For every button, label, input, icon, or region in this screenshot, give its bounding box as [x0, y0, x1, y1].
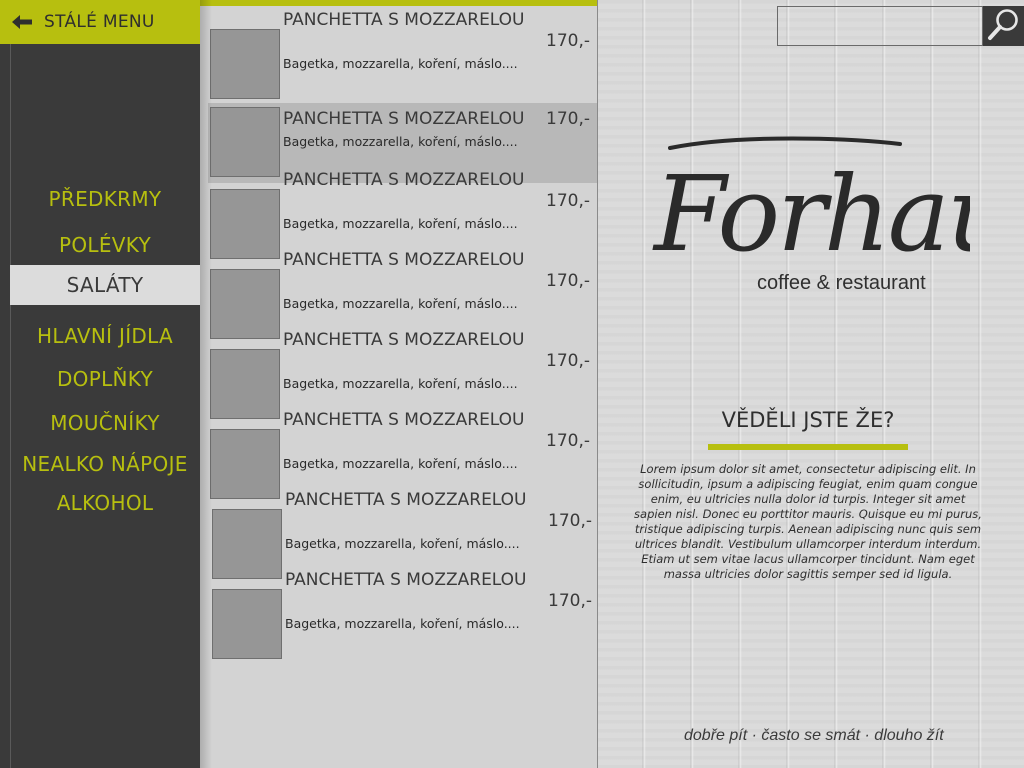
back-to-menu-button[interactable]: STÁLÉ MENU: [0, 0, 200, 44]
product-description: Bagetka, mozzarella, koření, máslo....: [283, 456, 518, 471]
product-row[interactable]: PANCHETTA S MOZZARELOU Bagetka, mozzarell…: [208, 570, 598, 665]
logo-wordmark: Forhaus: [652, 153, 970, 270]
nav-item-1[interactable]: POLÉVKY: [10, 233, 200, 257]
product-thumbnail: [210, 429, 280, 499]
product-name: PANCHETTA S MOZZARELOU: [283, 410, 525, 430]
product-name: PANCHETTA S MOZZARELOU: [285, 490, 527, 510]
product-description: Bagetka, mozzarella, koření, máslo....: [283, 134, 518, 149]
product-name: PANCHETTA S MOZZARELOU: [283, 10, 525, 30]
product-name: PANCHETTA S MOZZARELOU: [283, 170, 525, 190]
product-name: PANCHETTA S MOZZARELOU: [283, 250, 525, 270]
search-button[interactable]: [983, 6, 1024, 46]
info-panel: [598, 0, 1024, 768]
sidebar-divider: [10, 44, 11, 768]
product-price: 170,-: [546, 431, 590, 451]
product-description: Bagetka, mozzarella, koření, máslo....: [283, 216, 518, 231]
product-price: 170,-: [548, 591, 592, 611]
product-price: 170,-: [546, 109, 590, 129]
product-thumbnail: [210, 189, 280, 259]
list-top-accent: [200, 0, 598, 6]
product-thumbnail: [212, 509, 282, 579]
product-description: Bagetka, mozzarella, koření, máslo....: [285, 536, 520, 551]
nav-item-5[interactable]: MOUČNÍKY: [10, 411, 200, 435]
product-thumbnail: [210, 349, 280, 419]
did-you-know-text: Lorem ipsum dolor sit amet, consectetur …: [634, 462, 982, 581]
nav-item-6[interactable]: NEALKO NÁPOJE: [10, 452, 200, 476]
forhaus-logo: Forhaus: [650, 130, 1024, 275]
magnifier-icon: [987, 7, 1021, 45]
nav-item-2[interactable]: SALÁTY: [10, 265, 200, 305]
nav-item-0[interactable]: PŘEDKRMY: [10, 187, 200, 211]
product-thumbnail: [210, 29, 280, 99]
product-price: 170,-: [546, 191, 590, 211]
list-shadow: [200, 0, 212, 768]
did-you-know-underline: [708, 444, 908, 450]
product-thumbnail: [212, 589, 282, 659]
product-description: Bagetka, mozzarella, koření, máslo....: [283, 376, 518, 391]
back-to-menu-label: STÁLÉ MENU: [44, 12, 155, 32]
product-thumbnail: [210, 107, 280, 177]
product-price: 170,-: [548, 511, 592, 531]
product-price: 170,-: [546, 31, 590, 51]
nav-item-7[interactable]: ALKOHOL: [10, 491, 200, 515]
nav-item-3[interactable]: HLAVNÍ JÍDLA: [10, 324, 200, 348]
sidebar: STÁLÉ MENU PŘEDKRMY POLÉVKY SALÁTY HLAVNÍ J…: [0, 0, 200, 768]
did-you-know-title: VĚDĚLI JSTE ŽE?: [721, 408, 895, 432]
product-name: PANCHETTA S MOZZARELOU: [283, 330, 525, 350]
product-description: Bagetka, mozzarella, koření, máslo....: [283, 296, 518, 311]
brand-tagline: coffee & restaurant: [757, 272, 926, 294]
product-price: 170,-: [546, 351, 590, 371]
footer-motto: dobře pít · často se smát · dlouho žít: [684, 727, 944, 744]
product-name: PANCHETTA S MOZZARELOU: [285, 570, 527, 590]
nav-item-4[interactable]: DOPLŇKY: [10, 367, 200, 391]
product-description: Bagetka, mozzarella, koření, máslo....: [283, 56, 518, 71]
product-price: 170,-: [546, 271, 590, 291]
arrow-left-icon: [0, 0, 44, 44]
product-row[interactable]: PANCHETTA S MOZZARELOU Bagetka, mozzarell…: [208, 10, 598, 105]
product-name: PANCHETTA S MOZZARELOU: [283, 109, 525, 129]
product-thumbnail: [210, 269, 280, 339]
search-input[interactable]: [777, 6, 983, 46]
product-description: Bagetka, mozzarella, koření, máslo....: [285, 616, 520, 631]
